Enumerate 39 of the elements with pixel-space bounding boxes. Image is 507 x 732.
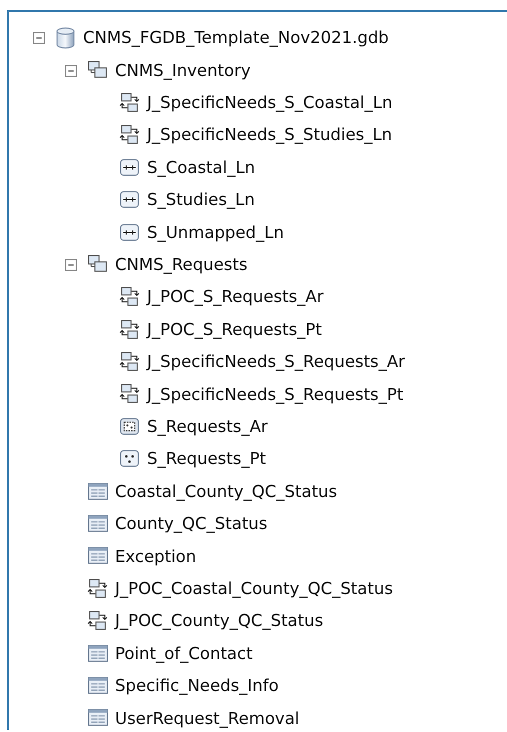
tree-item[interactable]: UserRequest_Removal <box>115 708 300 728</box>
collapse-icon[interactable] <box>65 64 77 77</box>
tree-item[interactable]: J_SpecificNeeds_S_Requests_Ar <box>147 352 405 372</box>
tree-item[interactable]: CNMS_Requests <box>115 255 248 275</box>
tree-item[interactable]: S_Coastal_Ln <box>147 158 256 178</box>
table-icon <box>87 480 109 503</box>
relationship-icon <box>119 351 141 374</box>
tree-item[interactable]: J_POC_S_Requests_Ar <box>147 287 324 308</box>
tree-item[interactable]: J_POC_S_Requests_Pt <box>147 320 322 340</box>
tree-item[interactable]: S_Requests_Pt <box>147 449 266 470</box>
tree-item[interactable]: S_Studies_Ln <box>147 190 255 210</box>
tree-item[interactable]: County_QC_Status <box>115 514 268 534</box>
tree-item[interactable]: CNMS_Inventory <box>115 60 251 80</box>
tree-item[interactable]: Exception <box>115 546 196 566</box>
relationship-icon <box>119 383 141 406</box>
table-icon <box>87 642 109 665</box>
tree-item[interactable]: J_POC_County_QC_Status <box>115 611 324 632</box>
relationship-icon <box>119 124 141 146</box>
tree-item[interactable]: J_POC_Coastal_County_QC_Status <box>115 578 393 599</box>
relationship-icon <box>119 286 141 308</box>
line-icon <box>119 222 141 244</box>
polygon-icon <box>119 416 141 438</box>
relationship-icon <box>119 92 141 114</box>
database-icon <box>55 27 77 50</box>
tree-item[interactable]: CNMS_FGDB_Template_Nov2021.gdb <box>83 28 389 48</box>
tree-item[interactable]: J_SpecificNeeds_S_Studies_Ln <box>147 125 392 146</box>
tree-item[interactable]: Specific_Needs_Info <box>115 676 279 696</box>
table-icon <box>87 675 109 697</box>
tree-item[interactable]: J_SpecificNeeds_S_Coastal_Ln <box>147 93 392 113</box>
collapse-icon[interactable] <box>33 32 45 44</box>
collapse-icon[interactable] <box>65 258 77 271</box>
tree-item[interactable]: J_SpecificNeeds_S_Requests_Pt <box>147 384 404 404</box>
relationship-icon <box>87 578 109 600</box>
tree-item[interactable]: Coastal_County_QC_Status <box>115 482 338 502</box>
tree-item[interactable]: Point_of_Contact <box>115 644 253 664</box>
relationship-icon <box>87 610 109 632</box>
relationship-icon <box>119 318 141 341</box>
tree-item[interactable]: S_Unmapped_Ln <box>147 222 284 242</box>
tree-item[interactable]: S_Requests_Ar <box>147 416 268 437</box>
